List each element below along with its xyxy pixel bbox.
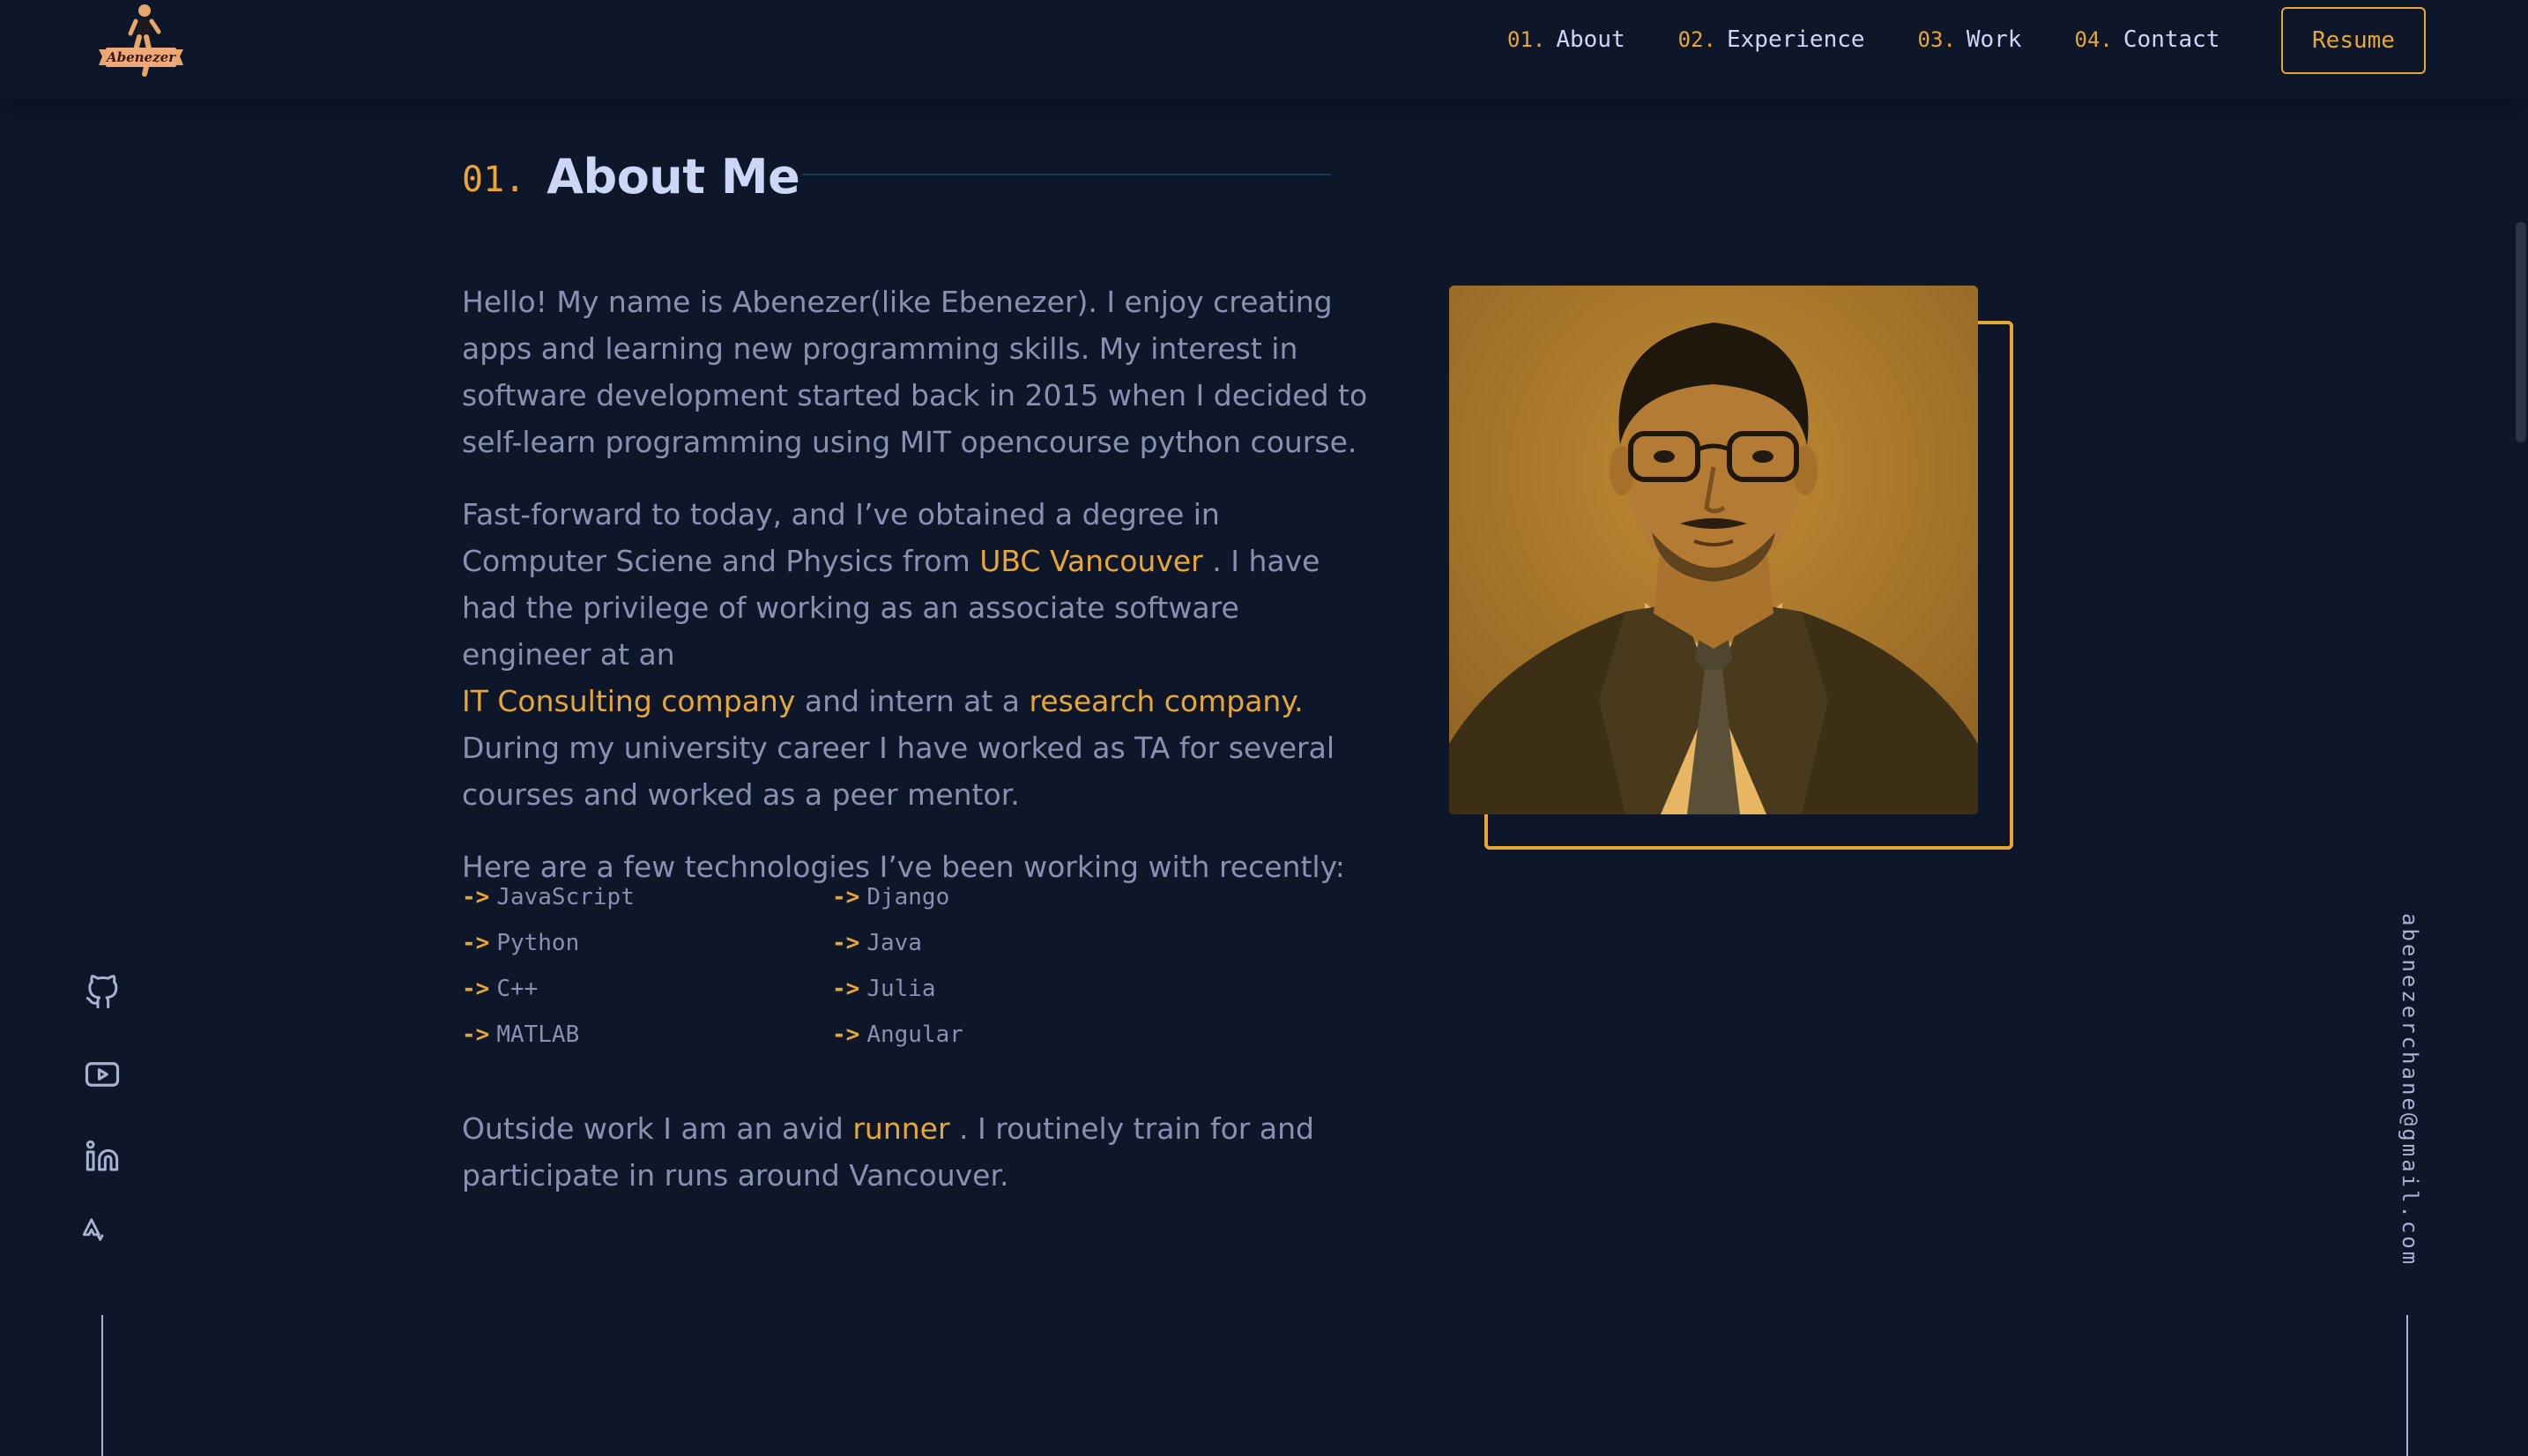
- arrow-icon: ->: [462, 930, 490, 956]
- research-company-link[interactable]: research company.: [1030, 684, 1304, 718]
- list-item: -> Julia: [832, 966, 1202, 1012]
- about-paragraph-intro: Hello! My name is Abenezer(like Ebenezer…: [462, 285, 1368, 459]
- about-paragraph-education: Fast-forward to today, and I’ve obtained…: [462, 491, 1370, 818]
- technology-name: Angular: [866, 1021, 963, 1048]
- strava-icon: [82, 1218, 104, 1241]
- technology-name: C++: [496, 976, 539, 1002]
- page-title: About Me: [546, 148, 800, 204]
- it-consulting-link[interactable]: IT Consulting company: [462, 684, 795, 718]
- text-segment: and intern at a: [795, 684, 1030, 718]
- nav-label: Contact: [2123, 26, 2220, 53]
- nav-label: Work: [1966, 26, 2022, 53]
- arrow-icon: ->: [832, 884, 860, 910]
- list-item: -> Angular: [832, 1012, 1202, 1058]
- runner-link[interactable]: runner: [852, 1111, 949, 1146]
- arrow-icon: ->: [462, 884, 490, 910]
- arrow-icon: ->: [832, 1021, 860, 1048]
- portrait-image[interactable]: [1449, 286, 1978, 814]
- arrow-icon: ->: [832, 930, 860, 956]
- list-item: -> C++: [462, 966, 832, 1012]
- technology-name: Django: [866, 884, 950, 910]
- arrow-icon: ->: [832, 976, 860, 1002]
- nav-item-contact[interactable]: 04. Contact: [2075, 26, 2220, 53]
- ubc-link[interactable]: UBC Vancouver: [979, 544, 1203, 578]
- github-link[interactable]: [78, 968, 127, 1017]
- resume-button[interactable]: Resume: [2281, 7, 2426, 74]
- heading-divider: [802, 174, 1331, 175]
- heading-number: 01.: [462, 160, 526, 200]
- list-item: -> Django: [832, 874, 1202, 920]
- nav-number: 02.: [1677, 27, 1716, 52]
- linkedin-icon: [86, 1140, 119, 1171]
- list-item: -> Java: [832, 920, 1202, 966]
- portrait-illustration: [1449, 286, 1978, 814]
- about-paragraph-outside: Outside work I am an avid runner . I rou…: [462, 1105, 1370, 1199]
- linkedin-link[interactable]: [78, 1132, 127, 1181]
- email-link[interactable]: abenezerchane@gmail.com: [2387, 913, 2422, 1267]
- arrow-icon: ->: [462, 976, 490, 1002]
- logo-text: Abenezer: [105, 49, 176, 65]
- nav-label: About: [1556, 26, 1625, 53]
- nav-number: 04.: [2074, 27, 2113, 52]
- list-item: -> JavaScript: [462, 874, 832, 920]
- nav-item-experience[interactable]: 02. Experience: [1678, 26, 1865, 53]
- nav-number: 03.: [1917, 27, 1956, 52]
- arrow-icon: ->: [462, 1021, 490, 1048]
- text-segment: Outside work I am an avid: [462, 1111, 853, 1146]
- list-item: -> Python: [462, 920, 832, 966]
- youtube-link[interactable]: [78, 1050, 127, 1099]
- scrollbar-thumb[interactable]: [2516, 222, 2526, 442]
- strava-link[interactable]: [71, 1207, 120, 1257]
- left-rail-line: [101, 1315, 103, 1456]
- main-nav: 01. About 02. Experience 03. Work 04. Co…: [1507, 26, 2272, 53]
- logo-icon[interactable]: Abenezer: [95, 0, 187, 88]
- technology-name: Python: [496, 930, 580, 956]
- github-icon: [86, 975, 118, 1009]
- nav-number: 01.: [1507, 27, 1546, 52]
- site-header: Abenezer 01. About 02. Experience 03. Wo…: [0, 0, 2528, 99]
- technology-name: MATLAB: [496, 1021, 580, 1048]
- about-text: Hello! My name is Abenezer(like Ebenezer…: [462, 279, 1370, 916]
- right-rail-line: [2406, 1315, 2408, 1456]
- technology-list: -> JavaScript -> Django -> Python -> Java ->…: [462, 874, 1202, 1058]
- text-segment: During my university career I have worke…: [462, 731, 1335, 812]
- technology-name: Java: [866, 930, 922, 956]
- section-heading: 01. About Me: [462, 145, 800, 208]
- nav-label: Experience: [1727, 26, 1865, 53]
- nav-item-work[interactable]: 03. Work: [1918, 26, 2022, 53]
- list-item: -> MATLAB: [462, 1012, 832, 1058]
- technology-name: JavaScript: [496, 884, 635, 910]
- nav-item-about[interactable]: 01. About: [1507, 26, 1625, 53]
- youtube-icon: [85, 1062, 120, 1087]
- technology-name: Julia: [866, 976, 936, 1002]
